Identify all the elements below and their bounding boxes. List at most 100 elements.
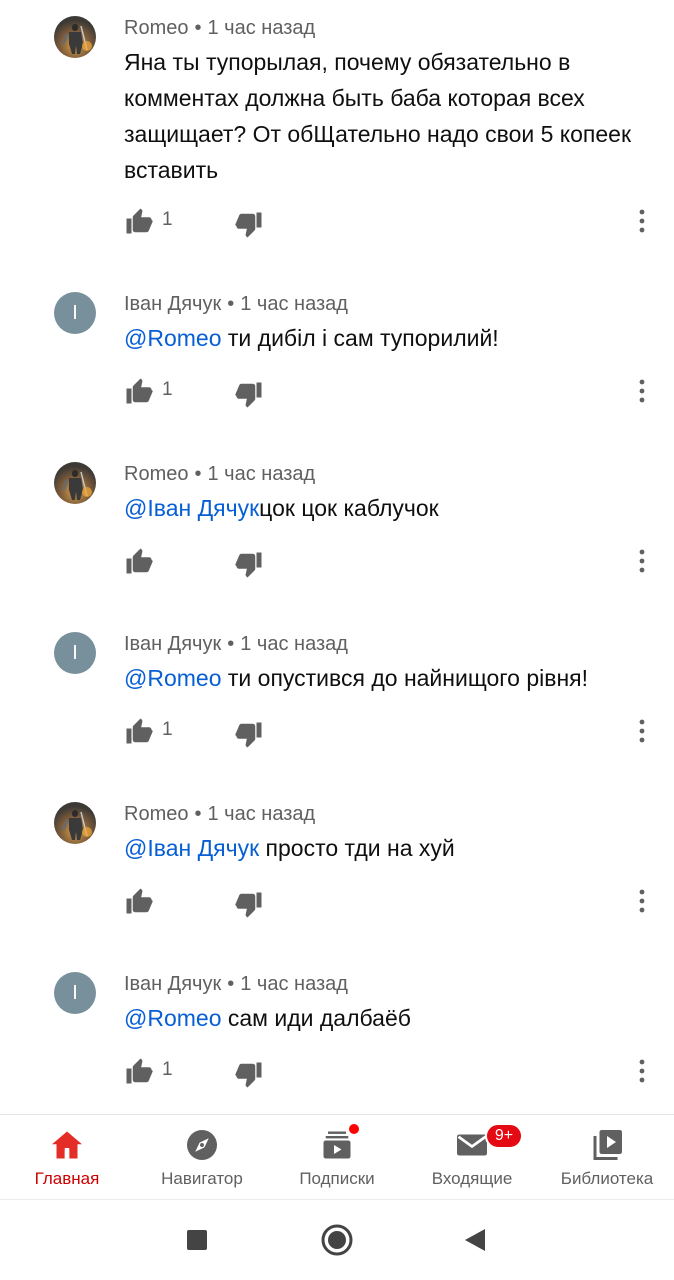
comment-meta: Romeo • 1 час назад [124, 803, 315, 826]
more-options-button[interactable] [630, 376, 654, 406]
more-vertical-icon [639, 719, 645, 743]
comment-mention[interactable]: @Romeo [124, 325, 222, 351]
more-vertical-icon [639, 889, 645, 913]
like-button[interactable] [124, 886, 154, 916]
comment-author[interactable]: Іван Дячук [124, 973, 221, 995]
thumbs-up-icon [126, 888, 153, 914]
comment-author[interactable]: Іван Дячук [124, 293, 221, 315]
dislike-button[interactable] [234, 720, 264, 750]
comment-time: 1 час назад [207, 803, 316, 825]
like-button[interactable] [124, 1056, 154, 1086]
comment-body: Яна ты тупорылая, почему обязательно в к… [124, 49, 632, 183]
nav-tab-home[interactable]: Главная [0, 1115, 134, 1199]
avatar[interactable]: І [54, 972, 96, 1014]
recents-button[interactable] [177, 1220, 217, 1260]
thumbs-down-icon [235, 892, 262, 918]
meta-separator: • [194, 803, 202, 825]
like-count: 1 [162, 1059, 173, 1080]
more-vertical-icon [639, 1059, 645, 1083]
nav-label: Подписки [299, 1169, 375, 1188]
comment-actions: 1 [124, 716, 664, 756]
comment-text: @Іван Дячукцок цок каблучок [124, 490, 644, 526]
avatar[interactable] [54, 802, 96, 844]
thumbs-up-icon [126, 1058, 153, 1084]
more-options-button[interactable] [630, 206, 654, 236]
nav-tab-explore[interactable]: Навигатор [135, 1115, 269, 1199]
thumbs-down-icon [235, 722, 262, 748]
more-vertical-icon [639, 549, 645, 573]
nav-tab-inbox[interactable]: 9+ Входящие [405, 1115, 539, 1199]
comment-body: цок цок каблучок [259, 495, 439, 521]
nav-label: Входящие [431, 1169, 513, 1188]
like-button[interactable] [124, 546, 154, 576]
meta-separator: • [194, 17, 202, 39]
comment-actions [124, 546, 664, 586]
avatar-letter: І [72, 641, 78, 664]
like-button[interactable] [124, 716, 154, 746]
more-options-button[interactable] [630, 716, 654, 746]
comment-actions [124, 886, 664, 926]
dislike-button[interactable] [234, 380, 264, 410]
comment-item: Romeo • 1 час назад Яна ты тупорылая, поче… [0, 0, 674, 238]
thumbs-down-icon [235, 212, 262, 238]
library-icon [589, 1127, 625, 1163]
comment-body: сам иди далбаёб [221, 1005, 411, 1031]
thumbs-down-icon [235, 1062, 262, 1088]
dislike-button[interactable] [234, 1060, 264, 1090]
comment-item: Romeo • 1 час назад @Іван Дячукцок цок каб… [0, 446, 674, 616]
meta-separator: • [194, 463, 202, 485]
thumbs-up-icon [126, 378, 153, 404]
comment-meta: Іван Дячук • 1 час назад [124, 633, 348, 656]
system-navigation-bar [0, 1199, 674, 1280]
avatar[interactable] [54, 16, 96, 58]
dislike-button[interactable] [234, 210, 264, 240]
thumbs-up-icon [126, 548, 153, 574]
dislike-button[interactable] [234, 550, 264, 580]
home-system-button[interactable] [317, 1220, 357, 1260]
comment-text: @Іван Дячук просто тди на хуй [124, 830, 644, 866]
comment-body: ти опустився до найнищого рівня! [221, 665, 589, 691]
comment-text: Яна ты тупорылая, почему обязательно в к… [124, 44, 644, 188]
notification-dot [348, 1123, 360, 1135]
avatar[interactable]: І [54, 292, 96, 334]
dislike-button[interactable] [234, 890, 264, 920]
like-count: 1 [162, 209, 173, 230]
like-button[interactable] [124, 206, 154, 236]
more-vertical-icon [639, 209, 645, 233]
comment-author[interactable]: Іван Дячук [124, 633, 221, 655]
comment-item: І Іван Дячук • 1 час назад @Romeo ти опуст… [0, 616, 674, 786]
comment-mention[interactable]: @Romeo [124, 665, 222, 691]
like-count: 1 [162, 379, 173, 400]
nav-tab-library[interactable]: Библиотека [540, 1115, 674, 1199]
square-icon [187, 1230, 207, 1250]
nav-label: Главная [34, 1169, 100, 1188]
warrior-avatar-icon [54, 462, 96, 504]
comment-body: просто тди на хуй [259, 835, 455, 861]
comment-mention[interactable]: @Іван Дячук [124, 835, 259, 861]
comment-author[interactable]: Romeo [124, 803, 188, 825]
comment-item: І Іван Дячук • 1 час назад @Romeo ти дибіл… [0, 276, 674, 446]
avatar[interactable] [54, 462, 96, 504]
back-triangle-icon [465, 1229, 485, 1251]
nav-label: Навигатор [161, 1169, 243, 1188]
comment-item: Romeo • 1 час назад @Іван Дячук просто тди… [0, 786, 674, 956]
avatar[interactable]: І [54, 632, 96, 674]
thumbs-down-icon [235, 382, 262, 408]
comment-time: 1 час назад [240, 633, 348, 655]
more-options-button[interactable] [630, 886, 654, 916]
comment-actions: 1 [124, 376, 664, 416]
like-button[interactable] [124, 376, 154, 406]
meta-separator: • [227, 293, 235, 315]
circle-icon [321, 1224, 353, 1256]
notification-badge: 9+ [485, 1123, 523, 1149]
meta-separator: • [227, 973, 235, 995]
more-options-button[interactable] [630, 1056, 654, 1086]
back-button[interactable] [455, 1220, 495, 1260]
comment-mention[interactable]: @Іван Дячук [124, 495, 259, 521]
nav-tab-subscriptions[interactable]: Подписки [270, 1115, 404, 1199]
comment-meta: Іван Дячук • 1 час назад [124, 973, 348, 996]
more-options-button[interactable] [630, 546, 654, 576]
comment-mention[interactable]: @Romeo [124, 1005, 222, 1031]
comment-author[interactable]: Romeo [124, 17, 188, 39]
comment-author[interactable]: Romeo [124, 463, 188, 485]
